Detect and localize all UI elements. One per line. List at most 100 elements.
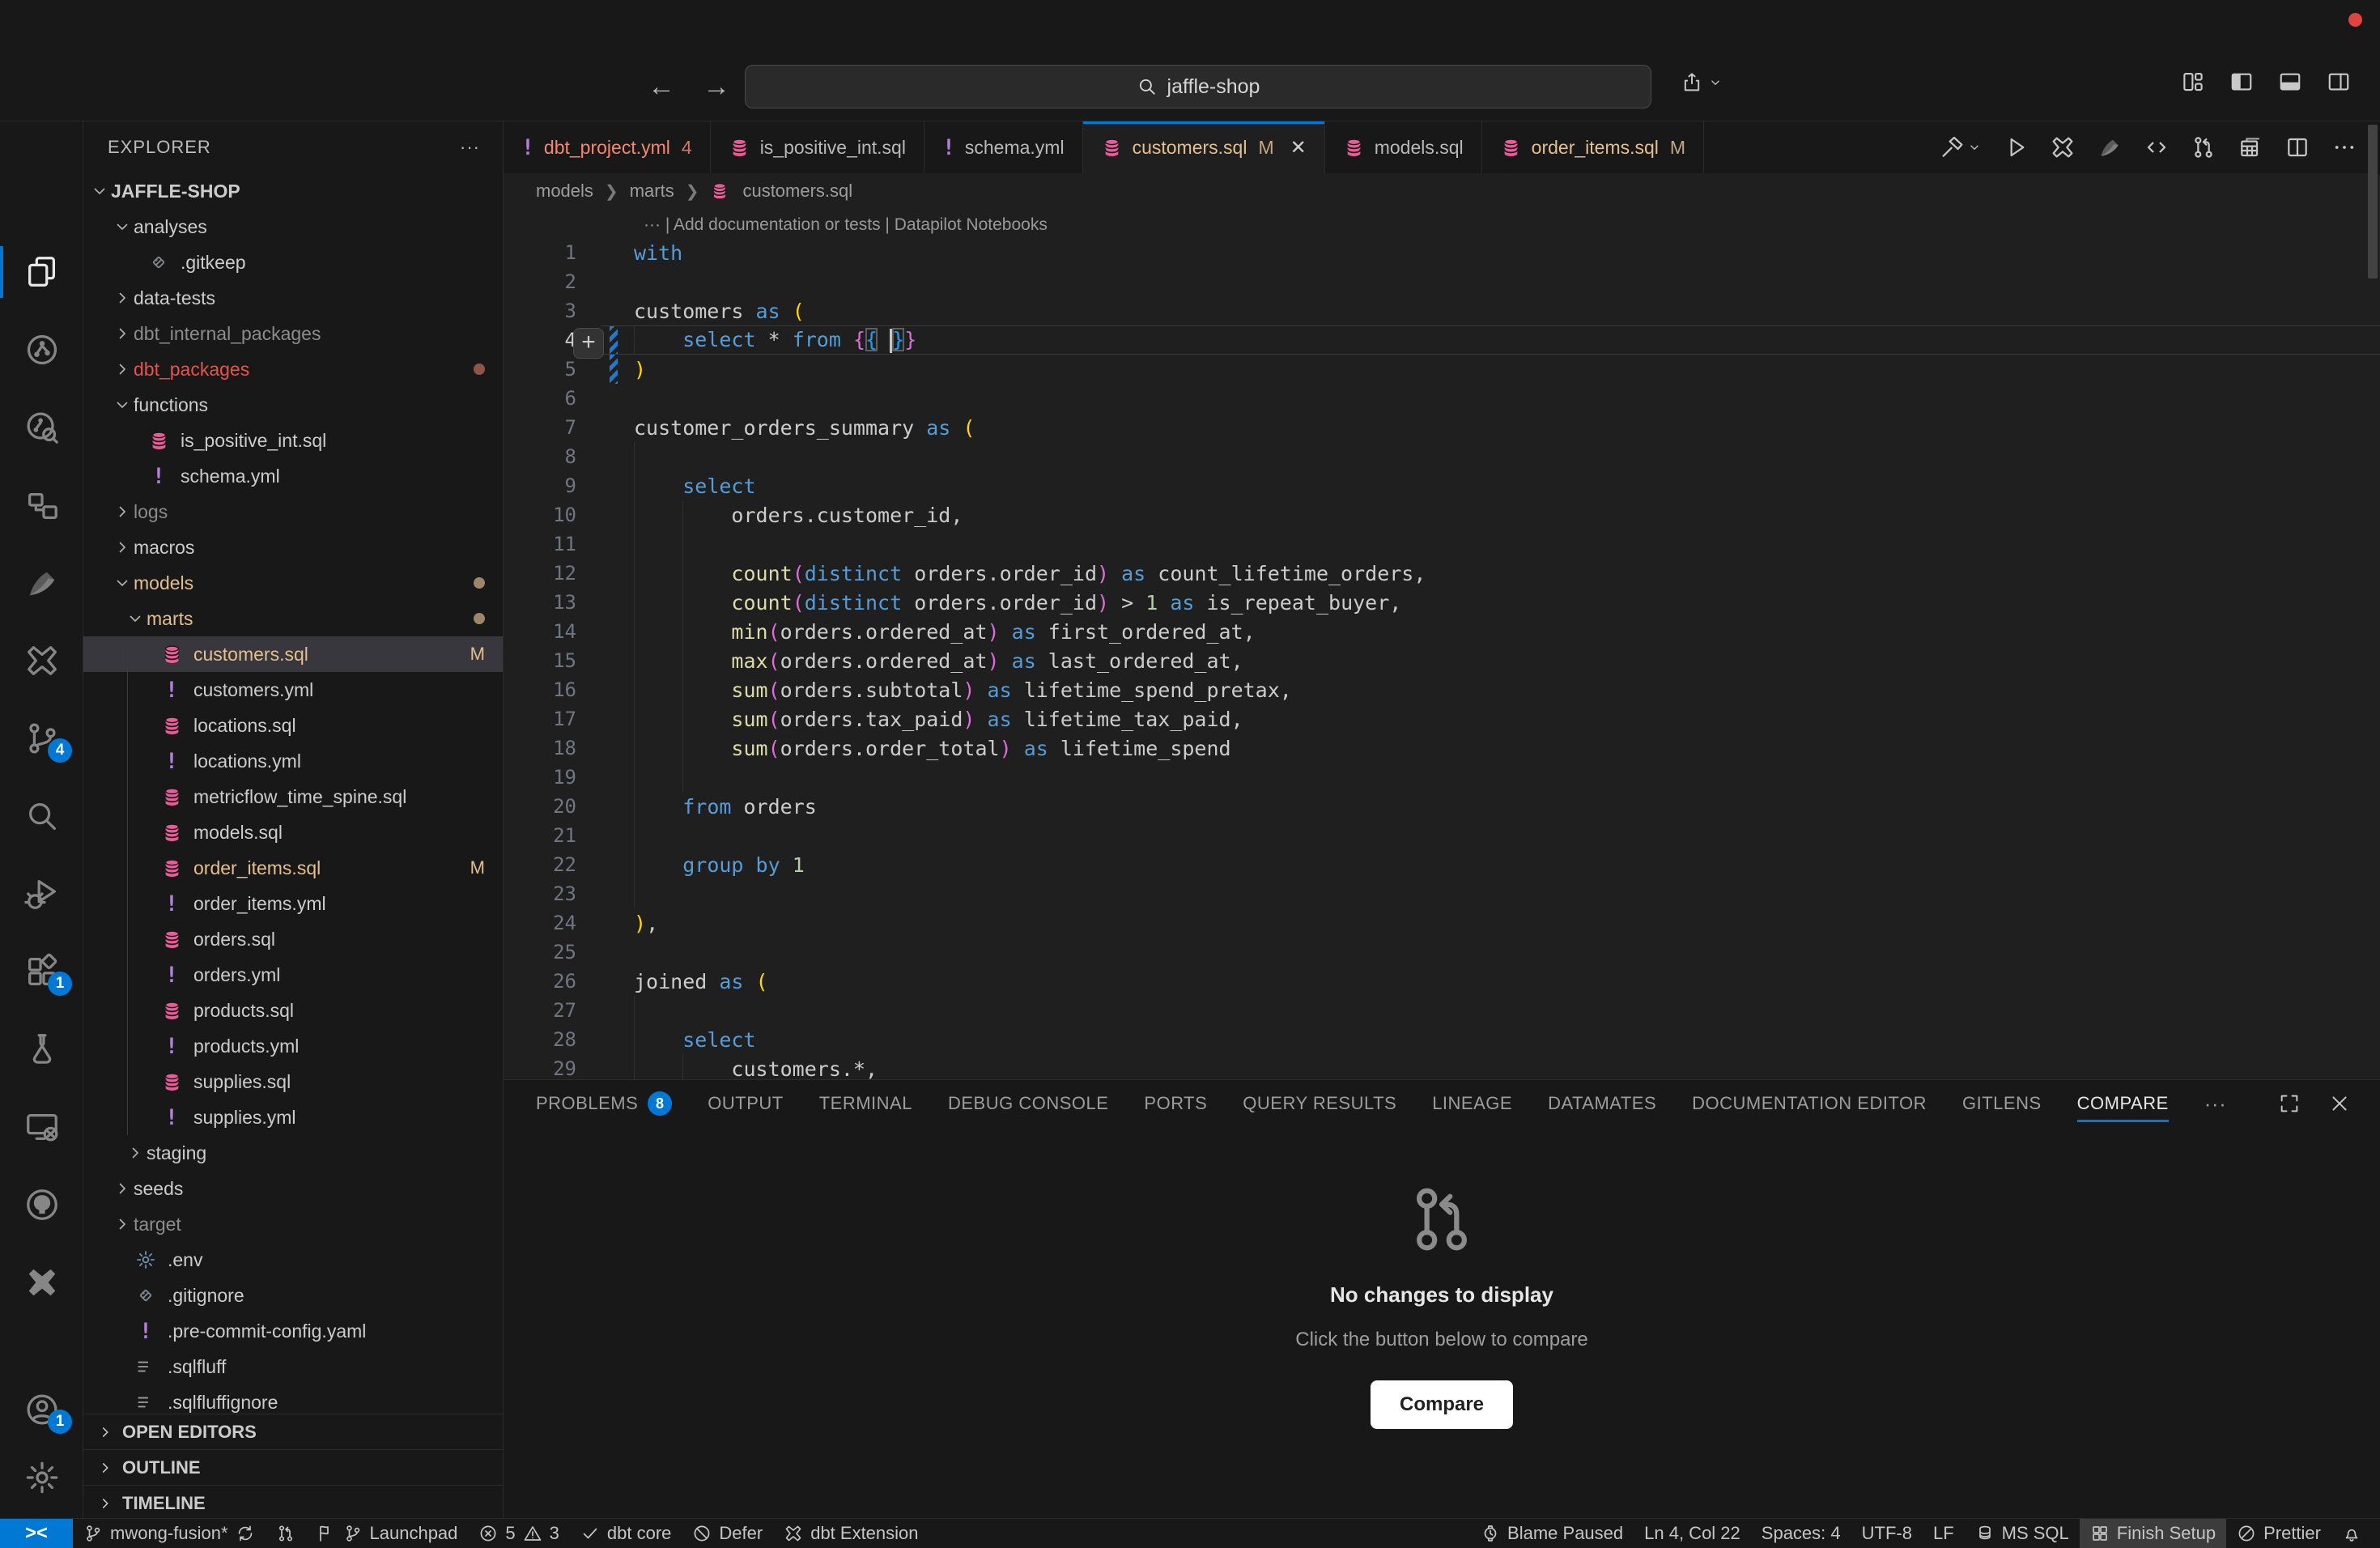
tree-item-dbt_internal_packages[interactable]: dbt_internal_packages	[83, 316, 503, 351]
code-line-7[interactable]: 7customer_orders_summary as (	[504, 413, 2380, 442]
code-line-16[interactable]: 16 sum(orders.subtotal) as lifetime_spen…	[504, 675, 2380, 704]
tree-item-analyses[interactable]: analyses	[83, 209, 503, 245]
section-timeline[interactable]: TIMELINE	[83, 1485, 503, 1518]
tree-item-seeds[interactable]: seeds	[83, 1171, 503, 1206]
tree-item-schema.yml[interactable]: !schema.yml	[83, 458, 503, 494]
toggle-sidebar-icon[interactable]	[2229, 70, 2254, 94]
tree-item-supplies.sql[interactable]: supplies.sql	[83, 1064, 503, 1099]
breadcrumb-item[interactable]: marts	[630, 181, 674, 202]
breadcrumb-item[interactable]: models	[536, 181, 593, 202]
tree-item-data-tests[interactable]: data-tests	[83, 280, 503, 316]
tab-models.sql[interactable]: models.sql	[1325, 121, 1482, 173]
tree-item-order_items.yml[interactable]: !order_items.yml	[83, 886, 503, 921]
panel-tab-gitlens[interactable]: GITLENS	[1962, 1080, 2042, 1127]
section-outline[interactable]: OUTLINE	[83, 1449, 503, 1485]
tab-schema.yml[interactable]: !schema.yml	[924, 121, 1083, 173]
panel-tab-documentation-editor[interactable]: DOCUMENTATION EDITOR	[1692, 1080, 1927, 1127]
status-sql-connection[interactable]: MS SQL	[1965, 1519, 2080, 1548]
code-line-29[interactable]: 29 customers.*,	[504, 1054, 2380, 1079]
tree-item-.env[interactable]: .env	[83, 1242, 503, 1278]
panel-tab-query-results[interactable]: QUERY RESULTS	[1243, 1080, 1396, 1127]
code-editor[interactable]: 1with23customers as (4+ select * from {{…	[504, 238, 2380, 1079]
code-line-23[interactable]: 23	[504, 879, 2380, 908]
code-line-15[interactable]: 15 max(orders.ordered_at) as last_ordere…	[504, 646, 2380, 675]
tab-order_items.sql[interactable]: order_items.sqlM	[1482, 121, 1704, 173]
status-defer-toggle[interactable]: Defer	[682, 1519, 773, 1548]
panel-tab-terminal[interactable]: TERMINAL	[819, 1080, 912, 1127]
code-line-8[interactable]: 8	[504, 442, 2380, 471]
tree-item-logs[interactable]: logs	[83, 494, 503, 529]
tree-item-.sqlfluffignore[interactable]: .sqlfluffignore	[83, 1384, 503, 1414]
editor-action-dbt-power-user[interactable]	[2050, 134, 2076, 160]
code-line-20[interactable]: 20 from orders	[504, 792, 2380, 821]
editor-action-query-results[interactable]	[2238, 134, 2263, 160]
activity-dbt-lineage[interactable]	[0, 313, 83, 387]
tree-item-.gitignore[interactable]: .gitignore	[83, 1278, 503, 1313]
status-cursor-position[interactable]: Ln 4, Col 22	[1634, 1519, 1751, 1548]
editor-action-compiled-code[interactable]	[2144, 134, 2170, 160]
activity-remote-explorer[interactable]	[0, 1090, 83, 1164]
nav-forward-icon[interactable]: →	[703, 71, 730, 103]
code-line-14[interactable]: 14 min(orders.ordered_at) as first_order…	[504, 617, 2380, 646]
code-line-2[interactable]: 2	[504, 267, 2380, 296]
tree-item-models.sql[interactable]: models.sql	[83, 814, 503, 850]
code-line-21[interactable]: 21	[504, 821, 2380, 850]
activity-testing[interactable]	[0, 1012, 83, 1087]
toggle-secondary-sidebar-icon[interactable]	[2327, 70, 2351, 94]
code-line-28[interactable]: 28 select	[504, 1025, 2380, 1054]
close-icon[interactable]: ✕	[1290, 136, 1307, 159]
activity-run-and-debug[interactable]	[0, 857, 83, 931]
breadcrumb-item[interactable]: customers.sql	[742, 181, 852, 202]
editor-action-git-compare[interactable]	[2191, 134, 2216, 160]
tree-item-marts[interactable]: marts	[83, 601, 503, 636]
activity-dependencies[interactable]	[0, 468, 83, 542]
code-line-6[interactable]: 6	[504, 384, 2380, 413]
tree-item-dbt_packages[interactable]: dbt_packages	[83, 351, 503, 387]
toggle-panel-icon[interactable]	[2278, 70, 2302, 94]
code-line-11[interactable]: 11	[504, 529, 2380, 559]
breadcrumb[interactable]: models❯marts❯customers.sql	[504, 173, 2380, 209]
tree-item-customers.yml[interactable]: !customers.yml	[83, 672, 503, 708]
modified-line-indicator[interactable]	[610, 325, 618, 355]
code-line-12[interactable]: 12 count(distinct orders.order_id) as co…	[504, 559, 2380, 588]
tree-item-macros[interactable]: macros	[83, 529, 503, 565]
status-remote-indicator[interactable]: ><	[0, 1519, 73, 1548]
activity-extensions[interactable]: 1	[0, 934, 83, 1009]
activity-github[interactable]	[0, 1167, 83, 1242]
nav-back-icon[interactable]: ←	[648, 71, 675, 103]
status-notifications[interactable]	[2331, 1519, 2372, 1548]
activity-search[interactable]	[0, 779, 83, 853]
status-indentation[interactable]: Spaces: 4	[1751, 1519, 1851, 1548]
activity-dbt-power-user-panel[interactable]	[0, 1245, 83, 1320]
close-panel-icon[interactable]	[2328, 1092, 2351, 1115]
add-line-action-button[interactable]: +	[573, 328, 604, 359]
code-line-19[interactable]: 19	[504, 763, 2380, 792]
code-line-1[interactable]: 1with	[504, 238, 2380, 267]
tree-item-orders.yml[interactable]: !orders.yml	[83, 957, 503, 993]
activity-accounts[interactable]: 1	[0, 1372, 83, 1447]
status-problems-summary[interactable]: 53	[468, 1519, 570, 1548]
compare-button[interactable]: Compare	[1371, 1380, 1513, 1429]
tree-item-.sqlfluff[interactable]: .sqlfluff	[83, 1349, 503, 1384]
status-finish-setup[interactable]: Finish Setup	[2080, 1519, 2226, 1548]
code-line-25[interactable]: 25	[504, 938, 2380, 967]
explorer-more-actions[interactable]: ···	[460, 137, 480, 158]
status-compare-refs[interactable]	[266, 1519, 306, 1548]
code-line-18[interactable]: 18 sum(orders.order_total) as lifetime_s…	[504, 734, 2380, 763]
editor-scrollbar[interactable]	[2368, 125, 2378, 279]
editor-action-more-actions[interactable]	[2331, 134, 2357, 160]
code-line-24[interactable]: 24),	[504, 908, 2380, 938]
section-open-editors[interactable]: OPEN EDITORS	[83, 1414, 503, 1449]
tree-item-is_positive_int.sql[interactable]: is_positive_int.sql	[83, 423, 503, 458]
codelens-actions[interactable]: ··· | Add documentation or tests | Datap…	[644, 212, 1048, 238]
panel-tab-debug-console[interactable]: DEBUG CONSOLE	[948, 1080, 1108, 1127]
code-line-17[interactable]: 17 sum(orders.tax_paid) as lifetime_tax_…	[504, 704, 2380, 734]
panel-tab-output[interactable]: OUTPUT	[708, 1080, 783, 1127]
tab-is_positive_int.sql[interactable]: is_positive_int.sql	[711, 121, 924, 173]
customize-layout-icon[interactable]	[2181, 70, 2205, 94]
tree-item-staging[interactable]: staging	[83, 1135, 503, 1171]
tree-item-locations.sql[interactable]: locations.sql	[83, 708, 503, 743]
tree-item-target[interactable]: target	[83, 1206, 503, 1242]
code-line-4[interactable]: 4+ select * from {{ }}	[504, 325, 2380, 355]
editor-action-dbt[interactable]	[2097, 134, 2123, 160]
